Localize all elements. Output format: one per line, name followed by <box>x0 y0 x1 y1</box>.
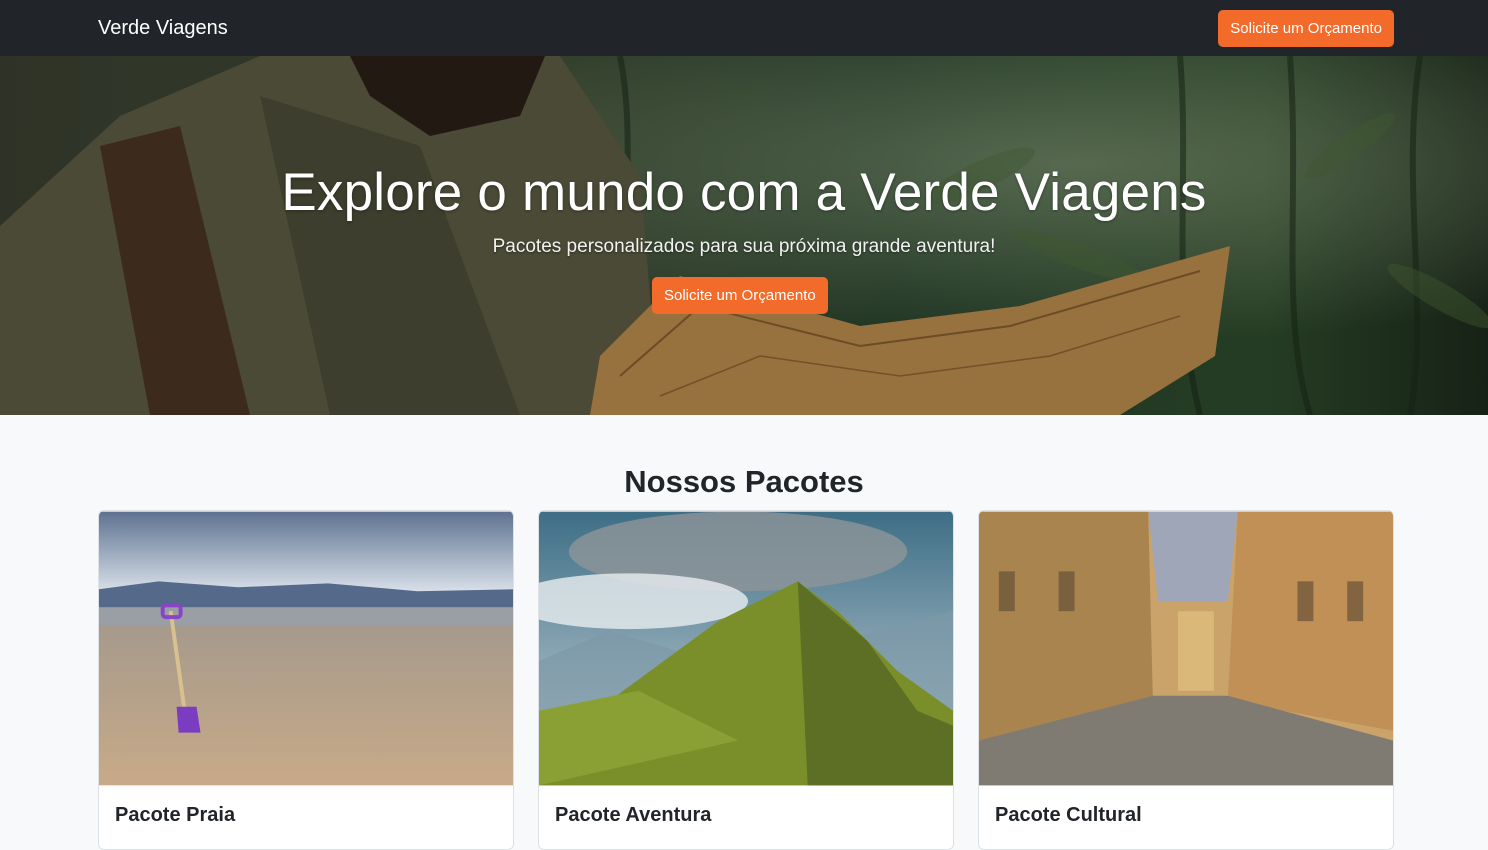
packages-heading: Nossos Pacotes <box>624 464 864 499</box>
card-title[interactable]: Pacote Aventura <box>555 804 711 827</box>
hero-title: Explore o mundo com a Verde Viagens <box>281 163 1207 222</box>
card-title[interactable]: Pacote Cultural <box>995 804 1142 827</box>
hero-banner: Explore o mundo com a Verde Viagens Paco… <box>0 56 1488 415</box>
historic-street-photo <box>979 511 1393 786</box>
package-card-aventura[interactable]: Pacote Aventura <box>538 510 954 850</box>
top-navbar: Verde Viagens Solicite um Orçamento <box>0 0 1488 56</box>
card-title[interactable]: Pacote Praia <box>115 804 235 827</box>
beach-photo <box>99 511 513 786</box>
hero-quote-button[interactable]: Solicite um Orçamento <box>652 277 828 314</box>
mountain-photo <box>539 511 953 786</box>
package-card-cultural[interactable]: Pacote Cultural <box>978 510 1394 850</box>
nav-quote-button[interactable]: Solicite um Orçamento <box>1218 9 1394 47</box>
brand-logo-text[interactable]: Verde Viagens <box>98 17 228 40</box>
hero-content: Explore o mundo com a Verde Viagens Paco… <box>0 56 1488 415</box>
hero-subtitle: Pacotes personalizados para sua próxima … <box>492 236 996 257</box>
package-card-praia[interactable]: Pacote Praia <box>98 510 514 850</box>
